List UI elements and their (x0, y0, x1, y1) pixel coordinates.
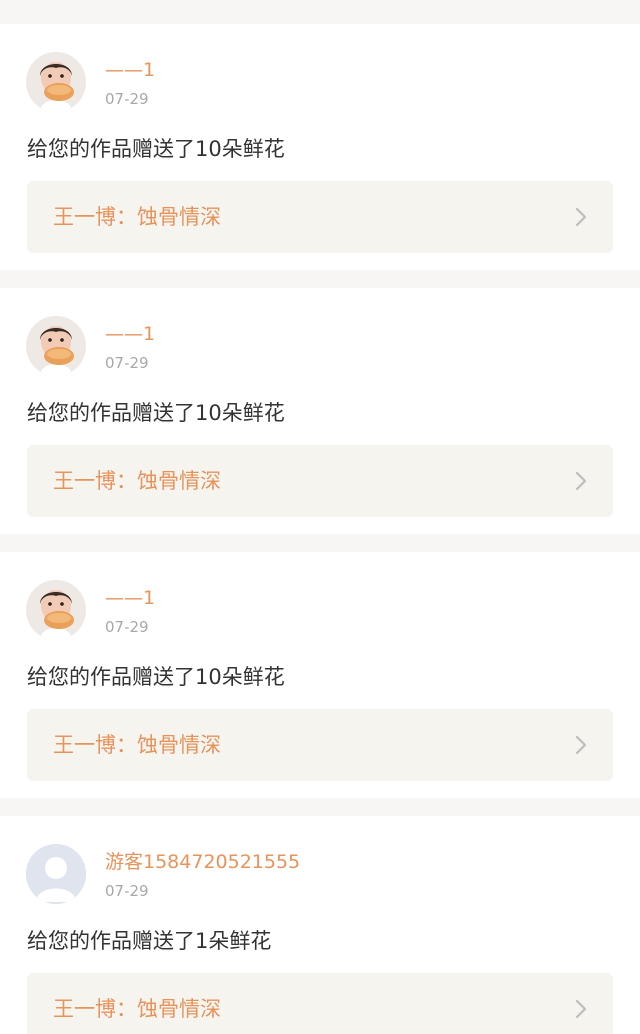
avatar[interactable] (26, 580, 86, 640)
baby-photo-avatar-icon (26, 52, 86, 112)
default-user-avatar-icon (26, 844, 86, 904)
work-link-button[interactable]: 王一博：蚀骨情深 (27, 709, 613, 781)
work-title: 王一博：蚀骨情深 (53, 205, 221, 229)
avatar[interactable] (26, 844, 86, 904)
user-name[interactable]: ——1 (105, 322, 155, 346)
work-link-button[interactable]: 王一博：蚀骨情深 (27, 973, 613, 1034)
work-link-button[interactable]: 王一博：蚀骨情深 (27, 181, 613, 253)
baby-photo-avatar-icon (26, 580, 86, 640)
work-title: 王一博：蚀骨情深 (53, 997, 221, 1021)
notification-card: ——1 07-29 给您的作品赠送了10朵鲜花 王一博：蚀骨情深 (0, 552, 640, 798)
work-title: 王一博：蚀骨情深 (53, 733, 221, 757)
notification-card: ——1 07-29 给您的作品赠送了10朵鲜花 王一博：蚀骨情深 (0, 288, 640, 534)
notification-card: ——1 07-29 给您的作品赠送了10朵鲜花 王一博：蚀骨情深 (0, 24, 640, 270)
chevron-right-icon (575, 999, 587, 1019)
post-date: 07-29 (105, 354, 149, 372)
chevron-right-icon (575, 207, 587, 227)
avatar[interactable] (26, 316, 86, 376)
post-date: 07-29 (105, 618, 149, 636)
user-name[interactable]: ——1 (105, 586, 155, 610)
notification-card: 游客1584720521555 07-29 给您的作品赠送了1朵鲜花 王一博：蚀… (0, 816, 640, 1034)
post-date: 07-29 (105, 882, 149, 900)
gift-message: 给您的作品赠送了1朵鲜花 (27, 929, 272, 953)
avatar[interactable] (26, 52, 86, 112)
gift-message: 给您的作品赠送了10朵鲜花 (27, 401, 285, 425)
notification-feed: ——1 07-29 给您的作品赠送了10朵鲜花 王一博：蚀骨情深 ——1 07-… (0, 0, 640, 1034)
work-title: 王一博：蚀骨情深 (53, 469, 221, 493)
user-name[interactable]: 游客1584720521555 (105, 850, 300, 874)
gift-message: 给您的作品赠送了10朵鲜花 (27, 137, 285, 161)
post-date: 07-29 (105, 90, 149, 108)
work-link-button[interactable]: 王一博：蚀骨情深 (27, 445, 613, 517)
gift-message: 给您的作品赠送了10朵鲜花 (27, 665, 285, 689)
baby-photo-avatar-icon (26, 316, 86, 376)
chevron-right-icon (575, 735, 587, 755)
chevron-right-icon (575, 471, 587, 491)
user-name[interactable]: ——1 (105, 58, 155, 82)
